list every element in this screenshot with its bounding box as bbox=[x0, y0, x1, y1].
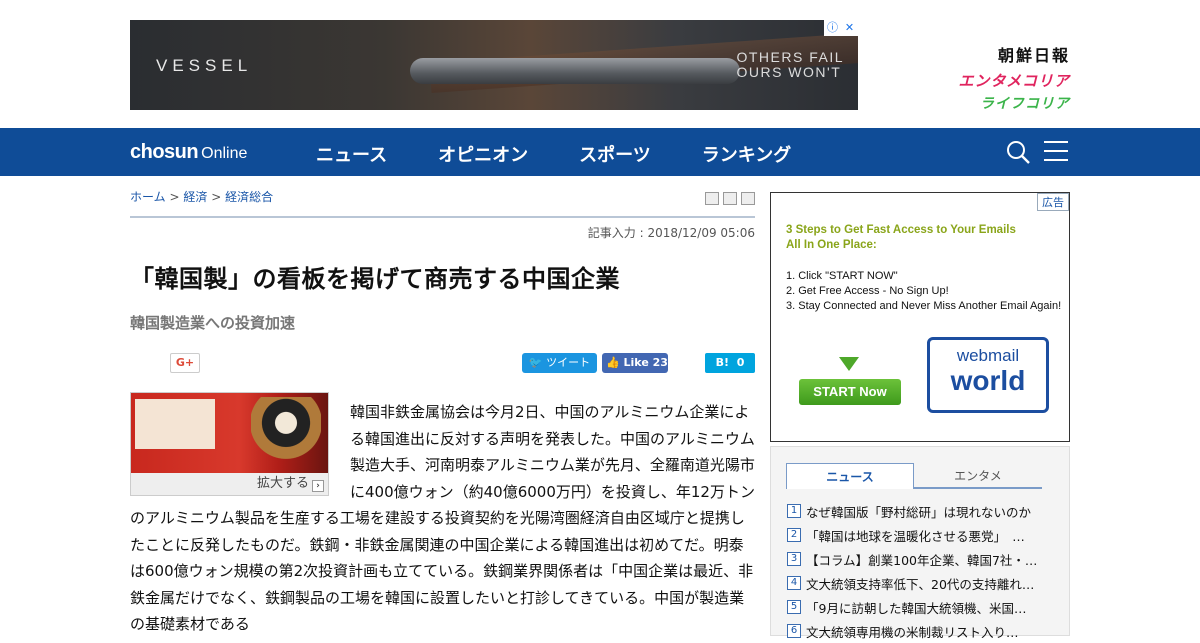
tweet-button[interactable]: 🐦 ツイート bbox=[522, 353, 597, 373]
hatena-label: B! bbox=[715, 356, 730, 369]
logo-line2: world bbox=[950, 365, 1026, 396]
top-header: VESSEL OTHERS FAIL OURS WON'T ⓘ ✕ 朝鮮日報 エ… bbox=[0, 0, 1200, 128]
article: ホーム > 経済 > 経済総合 記事入力 : 2018/12/09 05:06 … bbox=[130, 188, 755, 638]
rank-number: 2 bbox=[787, 528, 801, 542]
fb-like-count: 23 bbox=[652, 356, 668, 369]
life-korea-link[interactable]: ライフコリア bbox=[958, 93, 1070, 113]
share-bar: G+ 🐦 ツイート 👍 Like 23 B! 0 bbox=[130, 353, 755, 375]
chosun-ilbo-link[interactable]: 朝鮮日報 bbox=[958, 42, 1070, 66]
photo-caption[interactable]: 拡大する › bbox=[131, 473, 328, 495]
breadcrumb-sep: > bbox=[169, 190, 180, 204]
enlarge-icon: › bbox=[312, 480, 324, 492]
ad-banner[interactable]: VESSEL OTHERS FAIL OURS WON'T ⓘ ✕ bbox=[130, 20, 858, 110]
rank-title: なぜ韓国版「野村総研」は現れないのか bbox=[806, 504, 1032, 520]
tab-entame[interactable]: エンタメ bbox=[914, 463, 1042, 489]
fb-like-label: Like bbox=[623, 356, 649, 369]
webmail-world-logo: webmail world bbox=[927, 337, 1049, 413]
rank-title: 「9月に訪朝した韓国大統領機、米国… bbox=[806, 600, 1027, 616]
main-nav: chosun Online ニュース オピニオン スポーツ ランキング bbox=[0, 128, 1200, 176]
breadcrumb-economy-general[interactable]: 経済総合 bbox=[225, 190, 273, 204]
logo-light: Online bbox=[201, 145, 248, 162]
search-icon[interactable] bbox=[1006, 140, 1030, 164]
sidebar-ad[interactable]: 広告 3 Steps to Get Fast Access to Your Em… bbox=[770, 192, 1070, 442]
ad-info-icon[interactable]: ⓘ bbox=[824, 20, 841, 36]
sidead-title-line2: All In One Place: bbox=[786, 239, 877, 251]
logo-bold: chosun bbox=[130, 141, 199, 163]
ad-tagline: OTHERS FAIL OURS WON'T bbox=[736, 50, 844, 80]
divider bbox=[130, 216, 755, 218]
article-photo[interactable]: 拡大する › bbox=[130, 392, 329, 496]
sidead-step: 3. Stay Connected and Never Miss Another… bbox=[786, 300, 1062, 312]
sidead-title-line1: 3 Steps to Get Fast Access to Your Email… bbox=[786, 224, 1016, 236]
ranking-list: 1 なぜ韓国版「野村総研」は現れないのか 2 「韓国は地球を温暖化させる悪党」 … … bbox=[787, 499, 1057, 643]
article-dateline: 記事入力 : 2018/12/09 05:06 bbox=[587, 226, 755, 240]
list-item[interactable]: 2 「韓国は地球を温暖化させる悪党」 … bbox=[787, 523, 1057, 547]
brand-links: 朝鮮日報 エンタメコリア ライフコリア bbox=[958, 42, 1070, 113]
rank-number: 6 bbox=[787, 624, 801, 638]
list-item[interactable]: 4 文大統領支持率低下、20代の支持離れ… bbox=[787, 571, 1057, 595]
ranking-widget: ニュース エンタメ 1 なぜ韓国版「野村総研」は現れないのか 2 「韓国は地球を温暖… bbox=[770, 446, 1070, 640]
breadcrumb-economy[interactable]: 経済 bbox=[183, 190, 207, 204]
list-item[interactable]: 5 「9月に訪朝した韓国大統領機、米国… bbox=[787, 595, 1057, 619]
rank-number: 1 bbox=[787, 504, 801, 518]
nav-item-sports[interactable]: スポーツ bbox=[579, 141, 651, 167]
entame-korea-link[interactable]: エンタメコリア bbox=[958, 70, 1070, 91]
rank-title: 【コラム】創業100年企業、韓国7社・… bbox=[806, 552, 1038, 568]
nav-item-ranking[interactable]: ランキング bbox=[702, 141, 791, 167]
list-item[interactable]: 6 文大統領専用機の米制裁リスト入り… bbox=[787, 619, 1057, 643]
rank-title: 「韓国は地球を温暖化させる悪党」 … bbox=[806, 528, 1025, 544]
hatena-bookmark-button[interactable]: B! 0 bbox=[705, 353, 755, 373]
list-item[interactable]: 1 なぜ韓国版「野村総研」は現れないのか bbox=[787, 499, 1057, 523]
photo-image bbox=[131, 393, 328, 473]
ad-label[interactable]: 広告 bbox=[1037, 193, 1069, 211]
arrow-down-icon bbox=[839, 357, 859, 371]
ad-brand: VESSEL bbox=[156, 56, 253, 75]
list-item[interactable]: 3 【コラム】創業100年企業、韓国7社・… bbox=[787, 547, 1057, 571]
hatena-count: 0 bbox=[736, 356, 745, 369]
tab-news[interactable]: ニュース bbox=[786, 463, 914, 489]
back-icon[interactable] bbox=[741, 192, 755, 205]
rank-title: 文大統領専用機の米制裁リスト入り… bbox=[806, 624, 1019, 640]
ad-product-image bbox=[410, 58, 740, 84]
rank-title: 文大統領支持率低下、20代の支持離れ… bbox=[806, 576, 1035, 592]
nav-item-opinion[interactable]: オピニオン bbox=[438, 141, 528, 167]
print-icon[interactable] bbox=[705, 192, 719, 205]
facebook-like-button[interactable]: 👍 Like 23 bbox=[602, 353, 668, 373]
breadcrumb: ホーム > 経済 > 経済総合 bbox=[130, 188, 755, 208]
ad-tagline-line2: OURS WON'T bbox=[736, 64, 842, 80]
start-now-button[interactable]: START Now bbox=[799, 379, 901, 405]
sidead-title: 3 Steps to Get Fast Access to Your Email… bbox=[786, 223, 1016, 253]
breadcrumb-home[interactable]: ホーム bbox=[130, 190, 166, 204]
logo-line1: webmail bbox=[956, 346, 1020, 365]
article-subhead: 韓国製造業への投資加速 bbox=[130, 314, 296, 332]
ad-close-icon[interactable]: ✕ bbox=[841, 20, 858, 36]
article-tools bbox=[705, 192, 755, 205]
photo-figure-graphic bbox=[251, 397, 321, 471]
rank-number: 4 bbox=[787, 576, 801, 590]
font-size-icon[interactable] bbox=[723, 192, 737, 205]
sidead-steps: 1. Click "START NOW" 2. Get Free Access … bbox=[786, 269, 1061, 314]
photo-chart-graphic bbox=[135, 399, 215, 449]
ranking-tabs: ニュース エンタメ bbox=[786, 463, 1042, 489]
enlarge-label: 拡大する bbox=[256, 476, 309, 491]
sidead-step: 1. Click "START NOW" bbox=[786, 270, 898, 282]
nav-item-news[interactable]: ニュース bbox=[316, 141, 387, 167]
nav-items: ニュース オピニオン スポーツ ランキング bbox=[316, 141, 842, 167]
breadcrumb-sep: > bbox=[211, 190, 222, 204]
article-headline: 「韓国製」の看板を掲げて商売する中国企業 bbox=[130, 265, 620, 293]
ad-choices: ⓘ ✕ bbox=[824, 20, 858, 36]
tweet-label: ツイート bbox=[546, 356, 591, 369]
hamburger-icon[interactable] bbox=[1044, 141, 1068, 163]
rank-number: 5 bbox=[787, 600, 801, 614]
google-plus-button[interactable]: G+ bbox=[170, 353, 200, 373]
rank-number: 3 bbox=[787, 552, 801, 566]
sidead-step: 2. Get Free Access - No Sign Up! bbox=[786, 285, 949, 297]
site-logo[interactable]: chosun Online bbox=[130, 141, 247, 164]
ad-tagline-line1: OTHERS FAIL bbox=[736, 49, 844, 65]
